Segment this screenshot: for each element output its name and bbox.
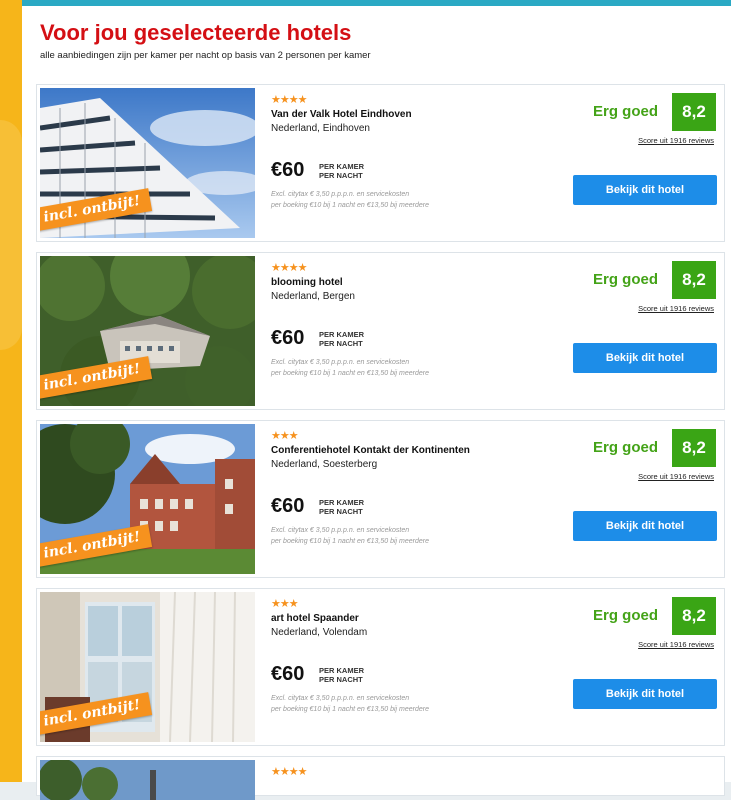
price-note: Excl. citytax € 3,50 p.p.p.n. en service… bbox=[271, 191, 429, 209]
hotel-card[interactable]: incl. ontbijt! ★★★ Conferentiehotel Kont… bbox=[36, 420, 725, 578]
reviews-link[interactable]: Score uit 1916 reviews bbox=[638, 136, 714, 145]
view-hotel-button[interactable]: Bekijk dit hotel bbox=[573, 343, 717, 373]
hotel-name[interactable]: art hotel Spaander bbox=[271, 613, 359, 624]
hotel-image-partial bbox=[40, 760, 255, 800]
hotel-photo[interactable]: incl. ontbijt! bbox=[40, 424, 255, 574]
price-note: Excl. citytax € 3,50 p.p.p.n. en service… bbox=[271, 527, 429, 545]
score-badge: 8,2 bbox=[672, 261, 716, 299]
hotel-photo[interactable]: incl. ontbijt! bbox=[40, 256, 255, 406]
reviews-link[interactable]: Score uit 1916 reviews bbox=[638, 640, 714, 649]
hotel-offers-panel: Voor jou geselecteerde hotels alle aanbi… bbox=[22, 0, 731, 800]
hotel-photo[interactable]: incl. ontbijt! bbox=[40, 592, 255, 742]
hotel-name[interactable]: Conferentiehotel Kontakt der Kontinenten bbox=[271, 445, 470, 456]
hotel-location: Nederland, Eindhoven bbox=[271, 123, 370, 134]
rating-label: Erg goed bbox=[593, 103, 659, 120]
star-rating: ★★★★ bbox=[271, 262, 307, 274]
hotel-card[interactable]: incl. ontbijt! ★★★ art hotel Spaander Ne… bbox=[36, 588, 725, 746]
hotel-photo[interactable]: incl. ontbijt! bbox=[40, 88, 255, 238]
score-badge: 8,2 bbox=[672, 597, 716, 635]
rating-label: Erg goed bbox=[593, 439, 659, 456]
reviews-link[interactable]: Score uit 1916 reviews bbox=[638, 304, 714, 313]
price: €60 bbox=[271, 327, 305, 349]
price-note: Excl. citytax € 3,50 p.p.p.n. en service… bbox=[271, 359, 429, 377]
page-subtitle: alle aanbiedingen zijn per kamer per nac… bbox=[40, 50, 371, 61]
price: €60 bbox=[271, 663, 305, 685]
rating-label: Erg goed bbox=[593, 607, 659, 624]
view-hotel-button[interactable]: Bekijk dit hotel bbox=[573, 679, 717, 709]
price-unit: PER KAMER PER NACHT bbox=[319, 498, 365, 516]
price-unit: PER KAMER PER NACHT bbox=[319, 666, 365, 684]
hotel-card[interactable]: incl. ontbijt! ★★★★ Van der Valk Hotel E… bbox=[36, 84, 725, 242]
page-title: Voor jou geselecteerde hotels bbox=[40, 20, 352, 45]
hotel-card[interactable]: ★★★★ bbox=[36, 756, 725, 800]
score-badge: 8,2 bbox=[672, 429, 716, 467]
hotel-location: Nederland, Soesterberg bbox=[271, 459, 378, 470]
star-rating: ★★★★ bbox=[271, 94, 307, 106]
star-rating: ★★★ bbox=[271, 598, 299, 610]
hotel-photo[interactable] bbox=[40, 760, 255, 800]
reviews-link[interactable]: Score uit 1916 reviews bbox=[638, 472, 714, 481]
rating-label: Erg goed bbox=[593, 271, 659, 288]
view-hotel-button[interactable]: Bekijk dit hotel bbox=[573, 511, 717, 541]
hotel-name[interactable]: Van der Valk Hotel Eindhoven bbox=[271, 109, 412, 120]
star-rating: ★★★★ bbox=[271, 766, 307, 778]
view-hotel-button[interactable]: Bekijk dit hotel bbox=[573, 175, 717, 205]
price: €60 bbox=[271, 159, 305, 181]
score-badge: 8,2 bbox=[672, 93, 716, 131]
star-rating: ★★★ bbox=[271, 430, 299, 442]
price-unit: PER KAMER PER NACHT bbox=[319, 330, 365, 348]
hotel-location: Nederland, Bergen bbox=[271, 291, 355, 302]
hotel-name[interactable]: blooming hotel bbox=[271, 277, 343, 288]
price: €60 bbox=[271, 495, 305, 517]
hotel-card[interactable]: incl. ontbijt! ★★★★ blooming hotel Neder… bbox=[36, 252, 725, 410]
hotel-location: Nederland, Volendam bbox=[271, 627, 368, 638]
price-note: Excl. citytax € 3,50 p.p.p.n. en service… bbox=[271, 695, 429, 713]
decorative-side-stripe bbox=[0, 0, 22, 782]
price-unit: PER KAMER PER NACHT bbox=[319, 162, 365, 180]
